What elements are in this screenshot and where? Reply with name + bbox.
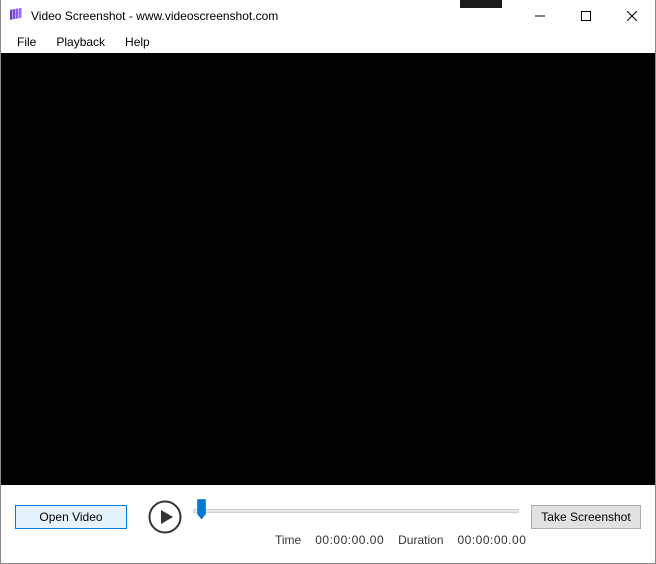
- play-button[interactable]: [147, 499, 183, 535]
- top-dark-fragment: [460, 0, 502, 8]
- duration-label: Duration: [398, 533, 443, 547]
- time-label: Time: [275, 533, 301, 547]
- video-canvas[interactable]: [1, 53, 655, 485]
- duration-value: 00:00:00.00: [458, 533, 527, 547]
- play-icon: [148, 500, 182, 534]
- menu-help[interactable]: Help: [115, 33, 160, 51]
- time-info: Time 00:00:00.00 Duration 00:00:00.00: [275, 533, 526, 547]
- close-button[interactable]: [609, 0, 655, 31]
- seek-slider-track[interactable]: [193, 509, 519, 513]
- menu-playback[interactable]: Playback: [46, 33, 115, 51]
- window-controls: [517, 0, 655, 31]
- app-icon: [9, 8, 25, 24]
- maximize-button[interactable]: [563, 0, 609, 31]
- time-value: 00:00:00.00: [315, 533, 384, 547]
- take-screenshot-label: Take Screenshot: [541, 510, 630, 524]
- menubar: File Playback Help: [1, 31, 655, 53]
- menu-file[interactable]: File: [7, 33, 46, 51]
- take-screenshot-button[interactable]: Take Screenshot: [531, 505, 641, 529]
- seek-slider-thumb[interactable]: [197, 499, 206, 520]
- window-title: Video Screenshot - www.videoscreenshot.c…: [31, 9, 278, 23]
- titlebar: Video Screenshot - www.videoscreenshot.c…: [1, 0, 655, 31]
- controls-panel: Open Video Time 00:00:00.00 Duration 00:…: [1, 485, 655, 563]
- open-video-label: Open Video: [39, 510, 102, 524]
- open-video-button[interactable]: Open Video: [15, 505, 127, 529]
- minimize-button[interactable]: [517, 0, 563, 31]
